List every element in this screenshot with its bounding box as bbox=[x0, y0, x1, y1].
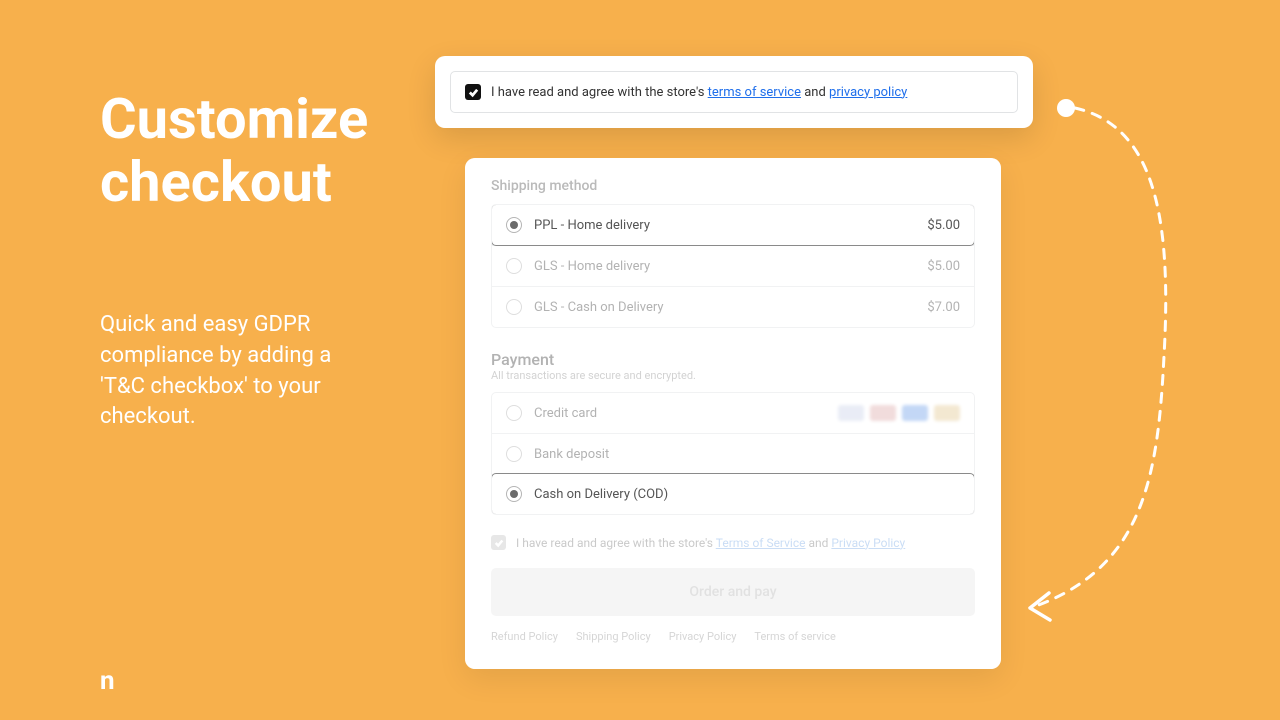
hero-title-line1: Customize bbox=[100, 86, 368, 152]
payment-label: Credit card bbox=[534, 406, 597, 421]
checkout-preview: Shipping method PPL - Home delivery $5.00… bbox=[465, 158, 1001, 669]
shipping-label: GLS - Home delivery bbox=[534, 259, 650, 274]
card-brand-icon bbox=[934, 405, 960, 421]
shipping-label: GLS - Cash on Delivery bbox=[534, 300, 664, 315]
card-brand-icon bbox=[838, 405, 864, 421]
payment-option[interactable]: Bank deposit bbox=[492, 433, 974, 474]
policy-link[interactable]: Terms of service bbox=[754, 630, 835, 643]
policy-link[interactable]: Refund Policy bbox=[491, 630, 558, 643]
brand-logo: n bbox=[100, 666, 113, 696]
checkout-tos-link[interactable]: Terms of Service bbox=[716, 536, 806, 550]
hero-title-line2: checkout bbox=[100, 149, 332, 215]
payment-label: Cash on Delivery (COD) bbox=[534, 487, 668, 502]
shipping-price: $5.00 bbox=[927, 259, 960, 274]
payment-label: Bank deposit bbox=[534, 447, 609, 462]
shipping-option[interactable]: GLS - Cash on Delivery $7.00 bbox=[492, 286, 974, 327]
radio-icon[interactable] bbox=[506, 299, 522, 315]
radio-icon[interactable] bbox=[506, 405, 522, 421]
shipping-option[interactable]: PPL - Home delivery $5.00 bbox=[491, 204, 975, 246]
consent-checkbox[interactable] bbox=[465, 84, 481, 100]
policy-links: Refund Policy Shipping Policy Privacy Poli… bbox=[491, 630, 975, 643]
card-brand-icon bbox=[902, 405, 928, 421]
policy-link[interactable]: Shipping Policy bbox=[576, 630, 651, 643]
payment-title: Payment bbox=[491, 350, 975, 369]
shipping-price: $5.00 bbox=[927, 218, 960, 233]
privacy-link[interactable]: privacy policy bbox=[829, 85, 907, 100]
order-pay-button[interactable]: Order and pay bbox=[491, 568, 975, 616]
consent-card: I have read and agree with the store's t… bbox=[435, 56, 1033, 128]
checkout-privacy-link[interactable]: Privacy Policy bbox=[831, 536, 905, 550]
shipping-price: $7.00 bbox=[927, 300, 960, 315]
checkout-consent-checkbox[interactable] bbox=[491, 535, 506, 550]
tos-link[interactable]: terms of service bbox=[708, 85, 801, 100]
payment-option[interactable]: Cash on Delivery (COD) bbox=[491, 473, 975, 515]
payment-options: Credit card Bank deposit Cash on Delivery … bbox=[491, 392, 975, 515]
payment-option[interactable]: Credit card bbox=[492, 393, 974, 433]
payment-subtitle: All transactions are secure and encrypte… bbox=[491, 369, 975, 382]
shipping-title: Shipping method bbox=[491, 178, 975, 194]
hero-subtitle: Quick and easy GDPR compliance by adding… bbox=[100, 310, 360, 433]
consent-text: I have read and agree with the store's t… bbox=[491, 85, 907, 100]
radio-icon[interactable] bbox=[506, 217, 522, 233]
radio-icon[interactable] bbox=[506, 446, 522, 462]
arrow-start-dot-icon bbox=[1057, 99, 1075, 117]
consent-row[interactable]: I have read and agree with the store's t… bbox=[450, 71, 1018, 113]
radio-icon[interactable] bbox=[506, 486, 522, 502]
shipping-option[interactable]: GLS - Home delivery $5.00 bbox=[492, 245, 974, 286]
card-brand-icons bbox=[838, 405, 960, 421]
policy-link[interactable]: Privacy Policy bbox=[669, 630, 737, 643]
shipping-options: PPL - Home delivery$5.00GLS - Home deliv… bbox=[491, 204, 975, 328]
radio-icon[interactable] bbox=[506, 258, 522, 274]
card-brand-icon bbox=[870, 405, 896, 421]
shipping-label: PPL - Home delivery bbox=[534, 218, 650, 233]
callout-arrow bbox=[1004, 96, 1179, 626]
checkout-consent-row[interactable]: I have read and agree with the store's T… bbox=[491, 535, 975, 550]
